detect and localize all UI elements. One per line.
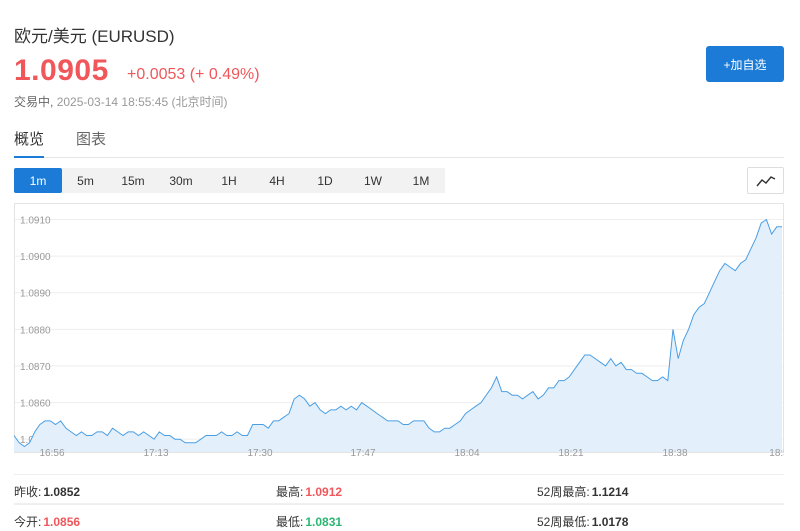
stats-row: 昨收: 1.0852 最高: 1.0912 52周最高: 1.1214: [14, 474, 784, 504]
period-5m[interactable]: 5m: [62, 168, 109, 193]
y-tick-label: 1.0860: [20, 399, 51, 410]
period-1h[interactable]: 1H: [205, 168, 253, 193]
x-tick-label: 18:04: [454, 448, 479, 459]
price-change: +0.0053 (+ 0.49%): [127, 66, 260, 83]
current-price: 1.0905: [14, 54, 109, 87]
period-1w[interactable]: 1W: [349, 168, 397, 193]
x-tick-label: 18:21: [558, 448, 583, 459]
tab-overview[interactable]: 概览: [14, 128, 45, 158]
period-1mo[interactable]: 1M: [397, 168, 445, 193]
stat-open: 今开: 1.0856: [14, 515, 81, 529]
period-30m[interactable]: 30m: [157, 168, 205, 193]
y-tick-label: 1.0900: [20, 252, 51, 263]
y-tick-label: 1.0880: [20, 325, 51, 336]
period-1m[interactable]: 1m: [14, 168, 62, 193]
tab-bar: 概览 图表: [14, 128, 784, 158]
stats-row: 今开: 1.0856 最低: 1.0831 52周最低: 1.0178: [14, 504, 784, 531]
x-tick-label: 18:38: [662, 448, 687, 459]
trading-status: 交易中, 2025-03-14 18:55:45 (北京时间): [14, 93, 227, 110]
x-tick-label: 17:47: [350, 448, 375, 459]
x-tick-label: 17:30: [247, 448, 272, 459]
chart-type-toggle[interactable]: [747, 167, 784, 194]
stat-high: 最高: 1.0912: [276, 485, 343, 499]
y-tick-label: 1.0910: [20, 215, 51, 226]
stat-low: 最低: 1.0831: [276, 515, 343, 529]
y-tick-label: 1.0890: [20, 289, 51, 300]
tab-chart[interactable]: 图表: [76, 128, 106, 156]
status-label: 交易中,: [14, 95, 54, 109]
period-4h[interactable]: 4H: [253, 168, 301, 193]
x-tick-label: 17:13: [143, 448, 168, 459]
x-tick-label: 16:56: [39, 448, 64, 459]
line-chart-icon: [755, 175, 775, 186]
x-tick-label: 18:5: [769, 448, 784, 459]
price-chart[interactable]: 1.08501.08601.08701.08801.08901.09001.09…: [14, 203, 784, 468]
stat-prev-close: 昨收: 1.0852: [14, 485, 81, 499]
timestamp: 2025-03-14 18:55:45 (北京时间): [56, 95, 228, 109]
stat-52w-high: 52周最高: 1.1214: [537, 485, 629, 499]
stat-52w-low: 52周最低: 1.0178: [537, 515, 629, 529]
period-15m[interactable]: 15m: [109, 168, 157, 193]
add-watchlist-button[interactable]: +加自选: [706, 46, 784, 82]
y-tick-label: 1.0870: [20, 362, 51, 373]
period-selector: 1m 5m 15m 30m 1H 4H 1D 1W 1M: [14, 168, 445, 193]
period-1d[interactable]: 1D: [301, 168, 349, 193]
page-title: 欧元/美元 (EURUSD): [14, 27, 175, 46]
stats-panel: 昨收: 1.0852 最高: 1.0912 52周最高: 1.1214 今开: 1.08…: [14, 474, 784, 531]
